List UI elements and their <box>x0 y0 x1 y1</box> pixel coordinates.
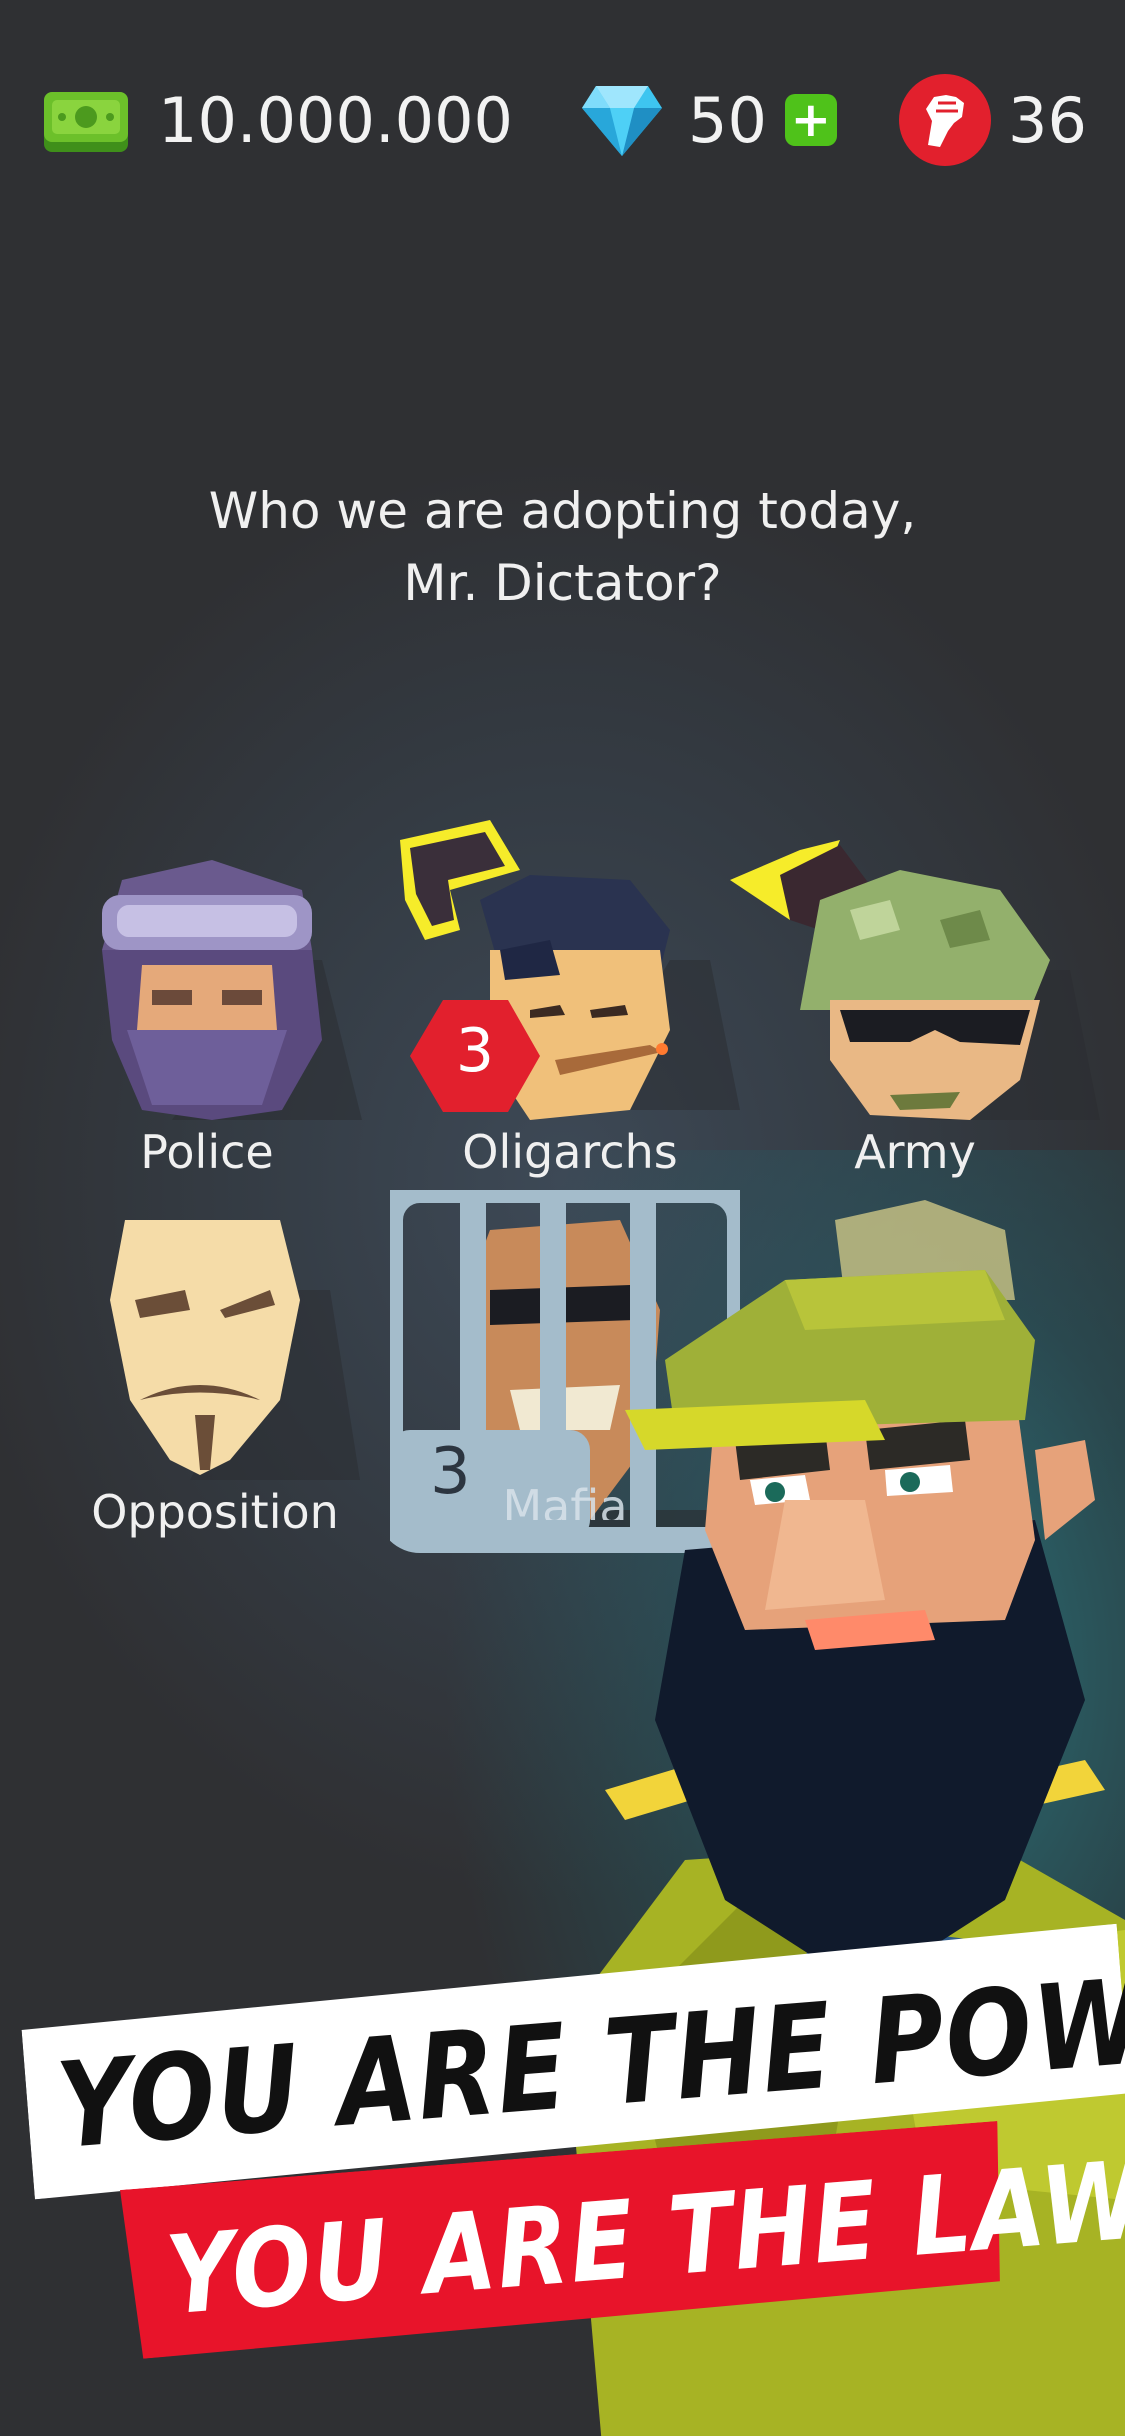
resource-bar: 10.000.000 50 + 36 <box>0 70 1125 170</box>
faction-label-police: Police <box>140 1125 274 1179</box>
faction-police[interactable]: Police <box>22 840 392 1200</box>
money-counter[interactable]: 10.000.000 <box>42 70 513 170</box>
power-amount: 36 <box>1008 83 1087 157</box>
question-line-2: Mr. Dictator? <box>403 554 722 612</box>
dialog-question: Who we are adopting today, Mr. Dictator? <box>0 475 1125 619</box>
gems-amount: 50 <box>688 83 767 157</box>
cash-icon <box>44 92 128 152</box>
faction-army[interactable]: Army <box>720 830 1100 1200</box>
army-avatar <box>730 840 1100 1120</box>
add-gems-button[interactable]: + <box>784 94 837 146</box>
money-amount: 10.000.000 <box>158 83 513 157</box>
police-avatar <box>102 860 362 1120</box>
game-screen: 10.000.000 50 + 36 Who we are adopting t… <box>0 0 1125 2436</box>
faction-opposition[interactable]: Opposition <box>30 1200 400 1560</box>
gems-counter[interactable]: 50 + <box>580 70 837 170</box>
fist-icon <box>899 74 991 166</box>
faction-label-army: Army <box>854 1125 976 1179</box>
oligarchs-count-badge: 3 <box>455 1016 495 1086</box>
faction-label-opposition: Opposition <box>91 1485 339 1539</box>
question-line-1: Who we are adopting today, <box>208 482 917 540</box>
opposition-avatar <box>110 1220 360 1480</box>
faction-label-oligarchs: Oligarchs <box>462 1125 678 1179</box>
diamond-icon <box>582 86 662 156</box>
power-counter[interactable]: 36 <box>898 70 1087 170</box>
faction-oligarchs[interactable]: 3 Oligarchs <box>380 820 740 1200</box>
